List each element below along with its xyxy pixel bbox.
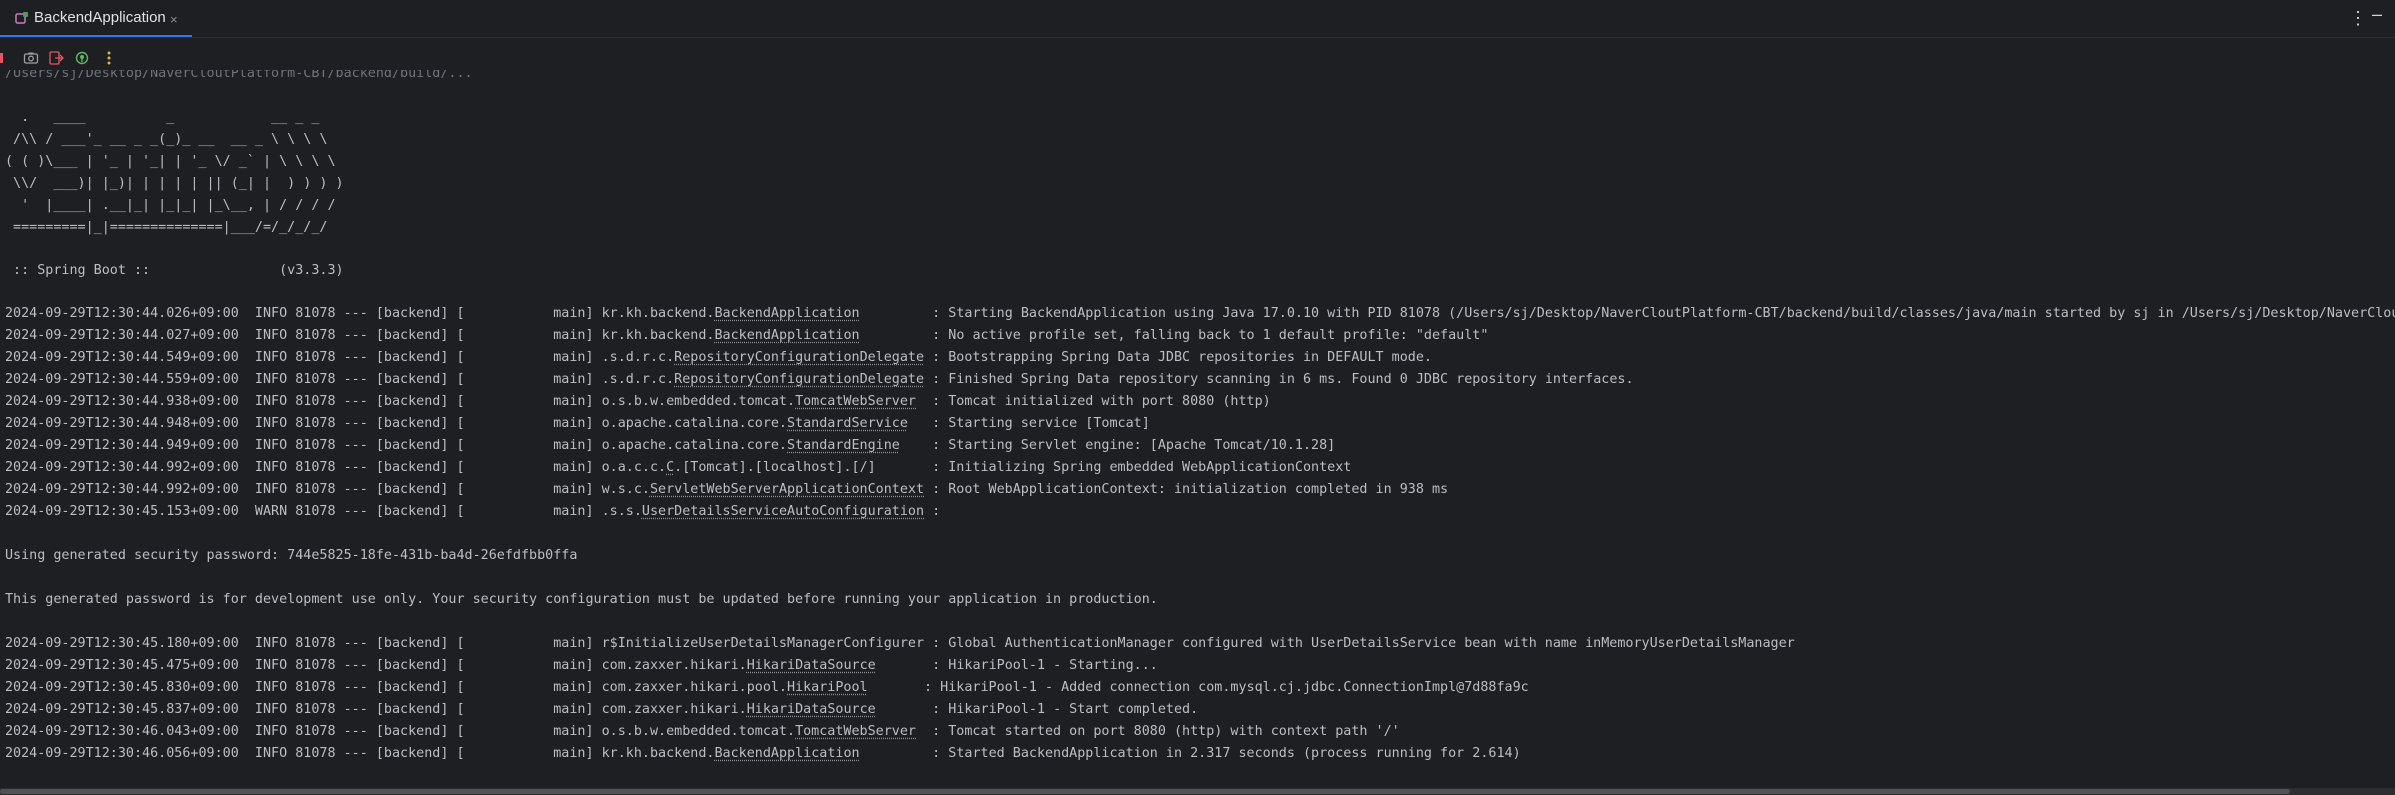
log-line: 2024-09-29T12:30:44.026+09:00 INFO 81078… [5,306,2395,321]
log-line: 2024-09-29T12:30:44.559+09:00 INFO 81078… [5,372,1634,387]
class-link[interactable]: StandardService [787,416,908,431]
minimize-icon[interactable]: – [2372,4,2382,25]
banner-line: /\\ / ___'_ __ _ _(_)_ __ __ _ \ \ \ \ [5,132,328,147]
log-line: 2024-09-29T12:30:44.948+09:00 INFO 81078… [5,416,1150,431]
log-line: 2024-09-29T12:30:44.992+09:00 INFO 81078… [5,482,1449,497]
log-line: 2024-09-29T12:30:44.938+09:00 INFO 81078… [5,394,1271,409]
class-link[interactable]: BackendApplication [714,746,859,761]
tab-title: BackendApplication [34,9,166,26]
bug-icon[interactable] [74,50,90,66]
class-link[interactable]: StandardEngine [787,438,900,453]
class-link[interactable]: BackendApplication [714,306,859,321]
class-link[interactable]: HikariDataSource [747,702,876,717]
class-link[interactable]: HikariDataSource [747,658,876,673]
class-link[interactable]: BackendApplication [714,328,859,343]
log-line: 2024-09-29T12:30:44.992+09:00 INFO 81078… [5,460,1352,475]
class-link[interactable]: ServletWebServerApplicationContext [650,482,924,497]
banner-line: ( ( )\___ | '_ | '_| | '_ \/ _` | \ \ \ … [5,154,336,169]
exit-icon[interactable] [48,50,64,66]
horizontal-scrollbar-thumb[interactable] [0,789,2290,794]
banner-line: ' |____| .__|_| |_|_| |_\__, | / / / / [5,198,336,213]
class-link[interactable]: RepositoryConfigurationDelegate [674,350,924,365]
log-line: 2024-09-29T12:30:45.830+09:00 INFO 81078… [5,680,1529,695]
class-link[interactable]: TomcatWebServer [795,724,916,739]
log-line: 2024-09-29T12:30:44.027+09:00 INFO 81078… [5,328,1489,343]
console-line-cut: /Users/sj/Desktop/NaverCloutPlatform-CBT… [5,70,473,81]
stop-indicator [0,53,3,63]
more-vertical-icon[interactable] [101,50,117,66]
log-line: 2024-09-29T12:30:45.180+09:00 INFO 81078… [5,636,1795,651]
banner-line: \\/ ___)| |_)| | | | | || (_| | ) ) ) ) [5,176,344,191]
class-link[interactable]: TomcatWebServer [795,394,916,409]
camera-icon[interactable] [23,50,39,66]
banner-line: =========|_|==============|___/=/_/_/_/ [5,220,328,235]
dev-note: This generated password is for developme… [5,592,1158,607]
class-link[interactable]: RepositoryConfigurationDelegate [674,372,924,387]
log-line: 2024-09-29T12:30:46.043+09:00 INFO 81078… [5,724,1400,739]
log-line: 2024-09-29T12:30:46.056+09:00 INFO 81078… [5,746,1521,761]
spring-boot-version: :: Spring Boot :: (v3.3.3) [5,263,344,278]
banner-line: . ____ _ __ _ _ [5,110,320,125]
log-line: 2024-09-29T12:30:44.549+09:00 INFO 81078… [5,350,1432,365]
log-line: 2024-09-29T12:30:45.475+09:00 INFO 81078… [5,658,1158,673]
log-line: 2024-09-29T12:30:44.949+09:00 INFO 81078… [5,438,1336,453]
log-line: 2024-09-29T12:30:45.837+09:00 INFO 81078… [5,702,1199,717]
console-output[interactable]: /Users/sj/Desktop/NaverCloutPlatform-CBT… [0,70,2395,788]
tab-close-icon[interactable]: × [170,12,178,27]
class-link[interactable]: HikariPool [787,680,868,695]
tool-window-header: BackendApplication × ⋮ – [0,0,2395,38]
class-link[interactable]: UserDetailsServiceAutoConfiguration [642,504,924,519]
class-link[interactable]: C [666,460,674,475]
security-password: Using generated security password: 744e5… [5,548,578,563]
run-config-icon [15,12,28,24]
log-line-warn: 2024-09-29T12:30:45.153+09:00 WARN 81078… [5,504,941,519]
run-tab-backend-application[interactable]: BackendApplication × [0,0,192,37]
options-icon[interactable]: ⋮ [2349,8,2367,29]
